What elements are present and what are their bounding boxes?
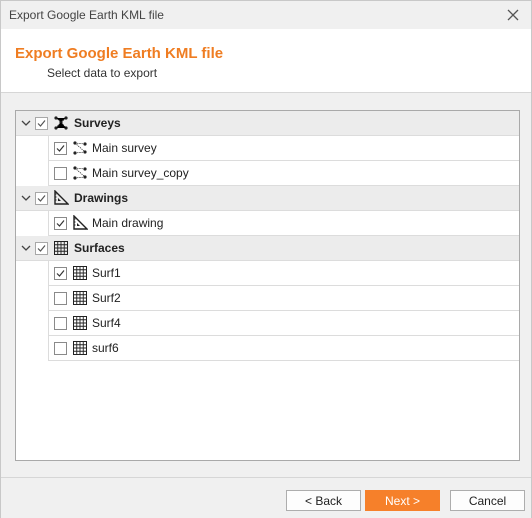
grid-icon	[72, 265, 88, 281]
wizard-footer: < Back Next > Cancel	[1, 477, 531, 518]
drawing-icon	[72, 214, 89, 231]
close-icon[interactable]	[503, 5, 523, 25]
item-checkbox[interactable]	[54, 317, 67, 330]
grid-icon	[53, 240, 69, 256]
tree-item[interactable]: surf6	[16, 336, 519, 361]
group-checkbox[interactable]	[35, 242, 48, 255]
window-title: Export Google Earth KML file	[9, 8, 164, 22]
chevron-down-icon[interactable]	[20, 117, 32, 129]
indent-gutter	[16, 261, 49, 286]
item-checkbox[interactable]	[54, 267, 67, 280]
chevron-down-icon[interactable]	[20, 242, 32, 254]
cancel-button[interactable]: Cancel	[450, 490, 525, 511]
item-checkbox[interactable]	[54, 292, 67, 305]
item-label: surf6	[92, 341, 119, 355]
grid-icon	[72, 340, 88, 356]
item-label: Surf2	[92, 291, 121, 305]
item-label: Surf1	[92, 266, 121, 280]
title-bar: Export Google Earth KML file	[1, 1, 531, 29]
tree-item[interactable]: Main survey	[16, 136, 519, 161]
survey-points-icon	[53, 115, 69, 131]
indent-gutter	[16, 211, 49, 236]
tree-item[interactable]: Surf4	[16, 311, 519, 336]
group-label: Surveys	[74, 116, 121, 130]
item-label: Main drawing	[92, 216, 164, 230]
back-button[interactable]: < Back	[286, 490, 361, 511]
tree-group-surfaces[interactable]: Surfaces	[16, 236, 519, 261]
chevron-down-icon[interactable]	[20, 192, 32, 204]
group-label: Drawings	[74, 191, 129, 205]
indent-gutter	[16, 286, 49, 311]
grid-icon	[72, 315, 88, 331]
export-kml-dialog: Export Google Earth KML file Export Goog…	[0, 0, 532, 518]
survey-icon	[72, 165, 88, 181]
item-label: Main survey	[92, 141, 157, 155]
item-checkbox[interactable]	[54, 142, 67, 155]
wizard-header: Export Google Earth KML file Select data…	[1, 29, 531, 93]
tree-group-drawings[interactable]: Drawings	[16, 186, 519, 211]
next-button[interactable]: Next >	[365, 490, 440, 511]
indent-gutter	[16, 311, 49, 336]
group-checkbox[interactable]	[35, 192, 48, 205]
item-label: Surf4	[92, 316, 121, 330]
group-label: Surfaces	[74, 241, 125, 255]
indent-gutter	[16, 136, 49, 161]
indent-gutter	[16, 336, 49, 361]
grid-icon	[72, 290, 88, 306]
item-checkbox[interactable]	[54, 342, 67, 355]
group-checkbox[interactable]	[35, 117, 48, 130]
item-label: Main survey_copy	[92, 166, 189, 180]
tree-group-surveys[interactable]: Surveys	[16, 111, 519, 136]
tree-item[interactable]: Main drawing	[16, 211, 519, 236]
item-checkbox[interactable]	[54, 167, 67, 180]
tree-item[interactable]: Surf2	[16, 286, 519, 311]
page-subtitle: Select data to export	[47, 66, 158, 80]
data-tree: Surveys Main survey Main survey_copy Drawin…	[15, 110, 520, 461]
drawing-icon	[53, 189, 70, 206]
survey-icon	[72, 140, 88, 156]
tree-item[interactable]: Surf1	[16, 261, 519, 286]
indent-gutter	[16, 161, 49, 186]
item-checkbox[interactable]	[54, 217, 67, 230]
tree-item[interactable]: Main survey_copy	[16, 161, 519, 186]
page-title: Export Google Earth KML file	[15, 45, 224, 62]
